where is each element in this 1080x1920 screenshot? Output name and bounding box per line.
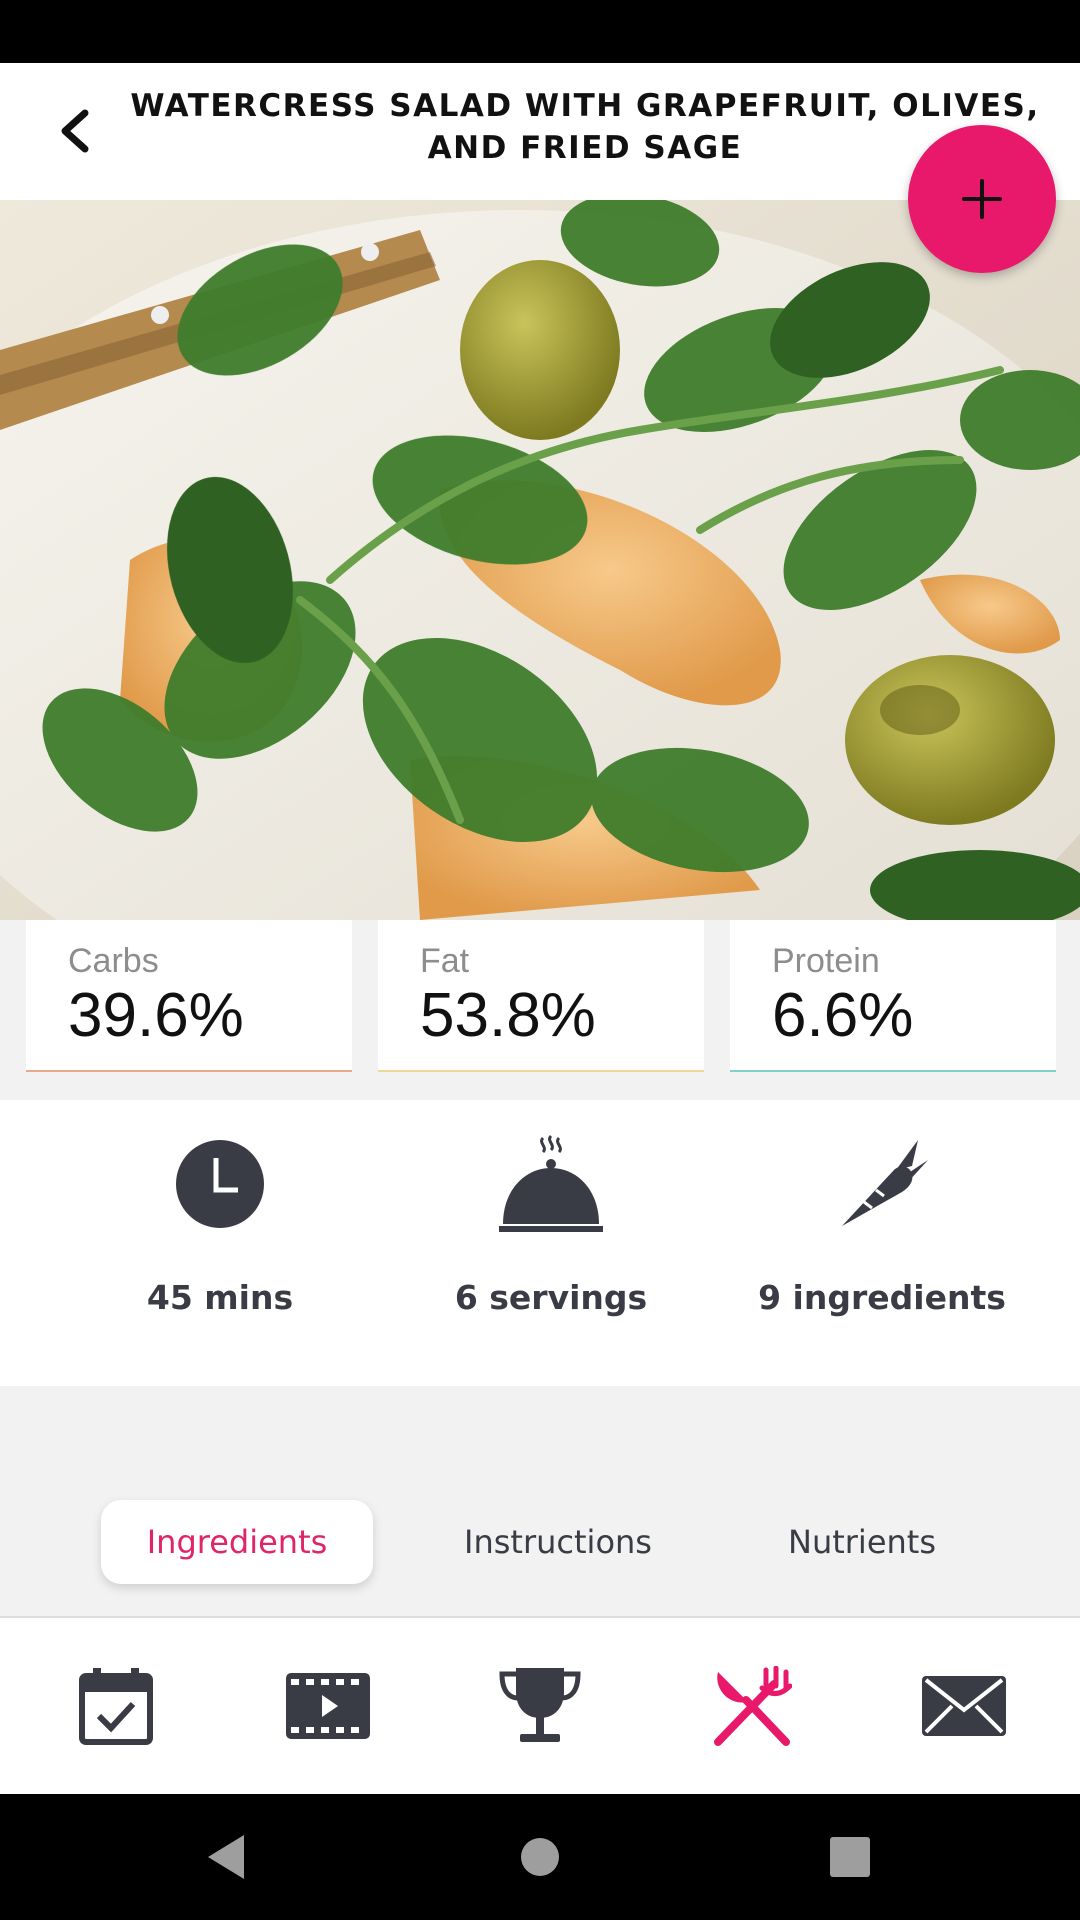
utensils-crossed-icon <box>714 1666 792 1746</box>
stat-servings: 6 servings <box>401 1100 701 1386</box>
macro-card-protein: Protein 6.6% <box>730 920 1056 1072</box>
nav-messages[interactable] <box>856 1618 1072 1794</box>
back-button[interactable] <box>42 91 106 171</box>
triangle-back-icon <box>208 1835 244 1879</box>
nav-videos[interactable] <box>220 1618 436 1794</box>
carrot-icon <box>842 1140 928 1226</box>
film-play-icon <box>286 1673 370 1739</box>
recipe-photo <box>0 200 1080 920</box>
system-nav-bar <box>0 1794 1080 1920</box>
envelope-icon <box>922 1676 1006 1736</box>
nav-recipes[interactable] <box>644 1618 860 1794</box>
chevron-left-icon <box>61 109 89 153</box>
cloche-icon <box>499 1134 603 1232</box>
macro-card-carbs: Carbs 39.6% <box>26 920 352 1072</box>
page-title: WATERCRESS SALAD WITH GRAPEFRUIT, OLIVES… <box>130 88 1040 166</box>
recipe-stats: 45 mins 6 servings 9 ingredients <box>0 1100 1080 1386</box>
add-button[interactable] <box>908 125 1056 273</box>
system-recents-button[interactable] <box>800 1822 900 1892</box>
tab-bar: Ingredients Instructions Nutrients <box>0 1386 1080 1618</box>
system-home-button[interactable] <box>490 1822 590 1892</box>
square-recents-icon <box>830 1837 870 1877</box>
nav-trophy[interactable] <box>432 1618 648 1794</box>
clock-icon <box>176 1140 264 1228</box>
stat-time-label: 45 mins <box>146 1278 294 1317</box>
plus-icon <box>962 179 1002 219</box>
macros-panel: Carbs 39.6% Fat 53.8% Protein 6.6% <box>0 920 1080 1100</box>
stat-time: 45 mins <box>70 1100 370 1386</box>
tab-ingredients[interactable]: Ingredients <box>101 1500 373 1584</box>
stat-ingredients-label: 9 ingredients <box>758 1278 1006 1317</box>
macro-label: Protein <box>772 942 880 980</box>
macro-label: Carbs <box>68 942 159 980</box>
tab-nutrients[interactable]: Nutrients <box>742 1500 982 1584</box>
macro-value: 6.6% <box>772 981 914 1050</box>
status-bar <box>0 0 1080 63</box>
macro-label: Fat <box>420 942 470 980</box>
trophy-icon <box>499 1668 581 1742</box>
macro-card-fat: Fat 53.8% <box>378 920 704 1072</box>
bottom-nav <box>0 1618 1080 1794</box>
macro-value: 53.8% <box>420 981 596 1050</box>
macro-value: 39.6% <box>68 981 244 1050</box>
stat-ingredients: 9 ingredients <box>732 1100 1032 1386</box>
tab-instructions[interactable]: Instructions <box>432 1500 684 1584</box>
system-back-button[interactable] <box>176 1822 276 1892</box>
calendar-check-icon <box>79 1668 153 1745</box>
stat-servings-label: 6 servings <box>454 1278 648 1317</box>
circle-home-icon <box>521 1838 559 1876</box>
nav-calendar[interactable] <box>8 1618 224 1794</box>
